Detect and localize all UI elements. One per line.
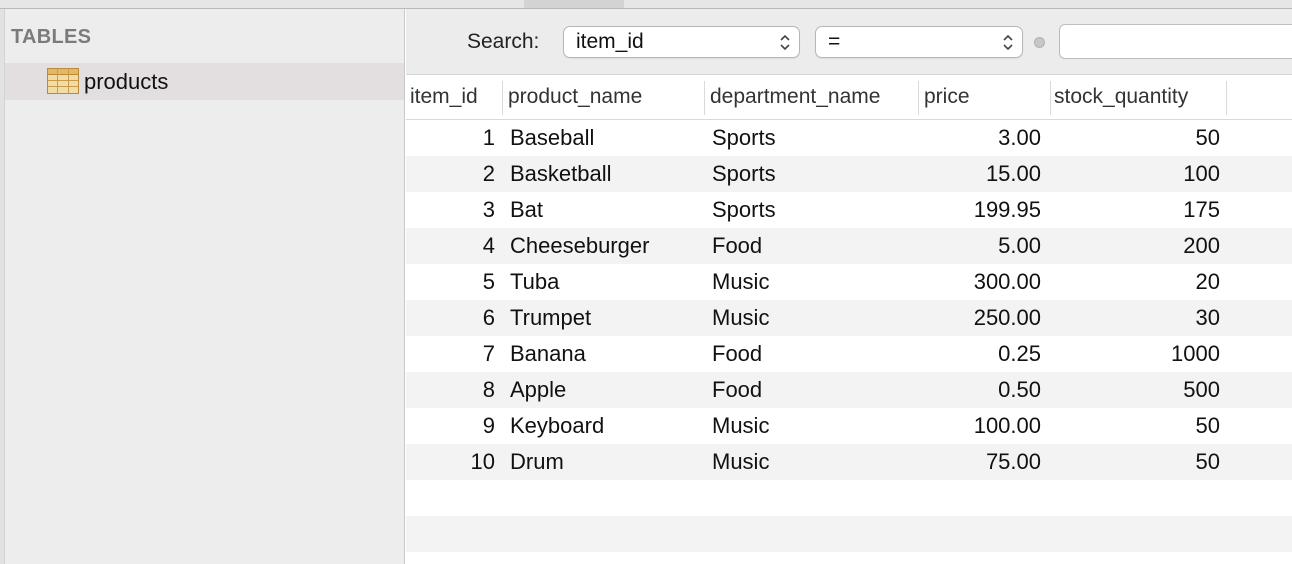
cell-stock-quantity[interactable]: 50 bbox=[1056, 408, 1220, 444]
cell-item-id[interactable]: 4 bbox=[406, 228, 495, 264]
table-row[interactable]: 6 Trumpet Music 250.00 30 bbox=[406, 300, 1292, 336]
cell-item-id[interactable]: 2 bbox=[406, 156, 495, 192]
sidebar: TABLES products bbox=[0, 9, 405, 564]
cell-stock-quantity[interactable]: 500 bbox=[1056, 372, 1220, 408]
cell-stock-quantity[interactable]: 200 bbox=[1056, 228, 1220, 264]
sidebar-item-label: products bbox=[84, 69, 169, 94]
column-divider[interactable] bbox=[704, 81, 705, 115]
cell-department-name[interactable]: Music bbox=[712, 444, 912, 480]
search-operator-select[interactable]: = bbox=[815, 26, 1023, 58]
cell-product-name[interactable]: Cheeseburger bbox=[510, 228, 700, 264]
cell-department-name[interactable]: Food bbox=[712, 228, 912, 264]
table-body: 1 Baseball Sports 3.00 50 2 Basketball Sports 15… bbox=[406, 120, 1292, 564]
cell-product-name[interactable]: Banana bbox=[510, 336, 700, 372]
search-bar: Search: item_id = bbox=[406, 9, 1292, 75]
cell-department-name[interactable]: Sports bbox=[712, 192, 912, 228]
cell-item-id[interactable]: 3 bbox=[406, 192, 495, 228]
column-divider[interactable] bbox=[502, 81, 503, 115]
table-row[interactable]: 9 Keyboard Music 100.00 50 bbox=[406, 408, 1292, 444]
empty-row bbox=[406, 480, 1292, 516]
column-header-item-id[interactable]: item_id bbox=[406, 76, 502, 120]
cell-price[interactable]: 0.50 bbox=[920, 372, 1041, 408]
cell-product-name[interactable]: Drum bbox=[510, 444, 700, 480]
cell-product-name[interactable]: Tuba bbox=[510, 264, 700, 300]
search-input[interactable] bbox=[1059, 24, 1292, 59]
cell-price[interactable]: 250.00 bbox=[920, 300, 1041, 336]
cell-product-name[interactable]: Bat bbox=[510, 192, 700, 228]
filter-status-dot bbox=[1034, 37, 1045, 48]
cell-stock-quantity[interactable]: 20 bbox=[1056, 264, 1220, 300]
cell-price[interactable]: 5.00 bbox=[920, 228, 1041, 264]
cell-item-id[interactable]: 10 bbox=[406, 444, 495, 480]
cell-price[interactable]: 199.95 bbox=[920, 192, 1041, 228]
sidebar-item-products[interactable]: products bbox=[5, 63, 404, 100]
search-label: Search: bbox=[467, 30, 540, 53]
table-row[interactable]: 3 Bat Sports 199.95 175 bbox=[406, 192, 1292, 228]
cell-department-name[interactable]: Music bbox=[712, 300, 912, 336]
cell-item-id[interactable]: 5 bbox=[406, 264, 495, 300]
window-top-strip bbox=[0, 0, 1292, 9]
column-divider[interactable] bbox=[918, 81, 919, 115]
column-divider[interactable] bbox=[1226, 81, 1227, 115]
cell-stock-quantity[interactable]: 30 bbox=[1056, 300, 1220, 336]
cell-product-name[interactable]: Basketball bbox=[510, 156, 700, 192]
empty-row bbox=[406, 552, 1292, 564]
column-header-department-name[interactable]: department_name bbox=[706, 76, 918, 120]
sidebar-edge bbox=[0, 9, 5, 564]
cell-product-name[interactable]: Keyboard bbox=[510, 408, 700, 444]
table-icon bbox=[47, 68, 79, 94]
cell-price[interactable]: 100.00 bbox=[920, 408, 1041, 444]
column-header-product-name[interactable]: product_name bbox=[504, 76, 704, 120]
table-row[interactable]: 5 Tuba Music 300.00 20 bbox=[406, 264, 1292, 300]
cell-price[interactable]: 0.25 bbox=[920, 336, 1041, 372]
updown-chevron-icon bbox=[1002, 33, 1014, 52]
cell-item-id[interactable]: 7 bbox=[406, 336, 495, 372]
cell-product-name[interactable]: Trumpet bbox=[510, 300, 700, 336]
cell-product-name[interactable]: Baseball bbox=[510, 120, 700, 156]
cell-price[interactable]: 15.00 bbox=[920, 156, 1041, 192]
cell-stock-quantity[interactable]: 100 bbox=[1056, 156, 1220, 192]
search-operator-value: = bbox=[828, 30, 841, 53]
column-header-stock-quantity[interactable]: stock_quantity bbox=[1050, 76, 1226, 120]
cell-department-name[interactable]: Food bbox=[712, 372, 912, 408]
cell-item-id[interactable]: 8 bbox=[406, 372, 495, 408]
results-table: item_id product_name department_name pri… bbox=[406, 76, 1292, 564]
sidebar-heading: TABLES bbox=[11, 26, 92, 48]
search-field-select[interactable]: item_id bbox=[563, 26, 800, 58]
table-row[interactable]: 2 Basketball Sports 15.00 100 bbox=[406, 156, 1292, 192]
column-header-price[interactable]: price bbox=[920, 76, 1050, 120]
table-row[interactable]: 8 Apple Food 0.50 500 bbox=[406, 372, 1292, 408]
cell-department-name[interactable]: Sports bbox=[712, 156, 912, 192]
cell-price[interactable]: 300.00 bbox=[920, 264, 1041, 300]
cell-department-name[interactable]: Sports bbox=[712, 120, 912, 156]
cell-department-name[interactable]: Music bbox=[712, 264, 912, 300]
table-row[interactable]: 4 Cheeseburger Food 5.00 200 bbox=[406, 228, 1292, 264]
cell-product-name[interactable]: Apple bbox=[510, 372, 700, 408]
updown-chevron-icon bbox=[779, 33, 791, 52]
table-row[interactable]: 10 Drum Music 75.00 50 bbox=[406, 444, 1292, 480]
table-row[interactable]: 7 Banana Food 0.25 1000 bbox=[406, 336, 1292, 372]
search-field-value: item_id bbox=[576, 30, 644, 53]
cell-item-id[interactable]: 6 bbox=[406, 300, 495, 336]
cell-price[interactable]: 3.00 bbox=[920, 120, 1041, 156]
cell-department-name[interactable]: Food bbox=[712, 336, 912, 372]
cell-item-id[interactable]: 9 bbox=[406, 408, 495, 444]
cell-stock-quantity[interactable]: 50 bbox=[1056, 444, 1220, 480]
cell-department-name[interactable]: Music bbox=[712, 408, 912, 444]
table-header: item_id product_name department_name pri… bbox=[406, 76, 1292, 120]
empty-row bbox=[406, 516, 1292, 552]
cell-stock-quantity[interactable]: 175 bbox=[1056, 192, 1220, 228]
cell-stock-quantity[interactable]: 1000 bbox=[1056, 336, 1220, 372]
cell-price[interactable]: 75.00 bbox=[920, 444, 1041, 480]
tab-indicator[interactable] bbox=[524, 0, 624, 8]
cell-item-id[interactable]: 1 bbox=[406, 120, 495, 156]
table-row[interactable]: 1 Baseball Sports 3.00 50 bbox=[406, 120, 1292, 156]
cell-stock-quantity[interactable]: 50 bbox=[1056, 120, 1220, 156]
